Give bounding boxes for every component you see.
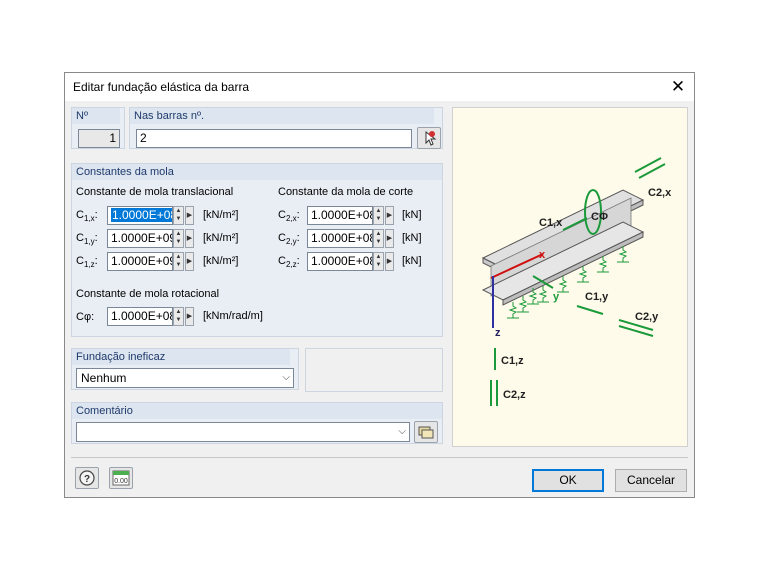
ineffective-foundation-select[interactable]: Nenhum ⌵: [76, 368, 294, 388]
c2y-symbol: C2,y:: [278, 232, 300, 247]
ineffective-foundation-header: Fundação ineficaz: [72, 349, 290, 365]
footer-separator: [71, 457, 688, 458]
members-label: Nas barras nº.: [130, 108, 434, 124]
empty-panel: [305, 348, 443, 392]
translational-title: Constante de mola translacional: [76, 186, 234, 198]
comment-header: Comentário: [72, 403, 442, 419]
c1x-preview-label: C1,x: [539, 217, 563, 229]
c2x-spinner[interactable]: ▲ ▼: [373, 206, 384, 225]
cphi-unit: [kNm/rad/m]: [203, 310, 263, 322]
c1y-preview-label: C1,y: [585, 291, 609, 303]
rotational-title: Constante de mola rotacional: [76, 288, 220, 300]
c2y-spinner[interactable]: ▲ ▼: [373, 229, 384, 248]
ineffective-foundation-value: Nenhum: [81, 371, 127, 385]
c2z-preview-label: C2,z: [503, 389, 526, 401]
c1x-symbol: C1,x:: [76, 209, 98, 224]
cphi-symbol: Cφ:: [76, 311, 95, 323]
c2x-arrow-button[interactable]: ▶: [385, 206, 394, 225]
c1y-symbol: C1,y:: [76, 232, 98, 247]
c2z-symbol: C2,z:: [278, 255, 300, 270]
comment-library-icon[interactable]: [414, 421, 438, 443]
chevron-down-icon: ⌵: [398, 426, 406, 437]
c1z-unit: [kN/m²]: [203, 255, 239, 267]
c2y-unit: [kN]: [402, 232, 422, 244]
close-icon[interactable]: ✕: [662, 73, 694, 101]
c1z-preview-label: C1,z: [501, 355, 524, 367]
x-axis-label: x: [539, 249, 546, 261]
help-icon[interactable]: ?: [75, 467, 99, 489]
members-section: Nas barras nº. 2: [129, 107, 443, 149]
preview-illustration: x z y C2,x C1,x CΦ C1,y C2,y C1,z C2,z: [452, 107, 688, 447]
shear-title: Constante da mola de corte: [278, 186, 414, 198]
cphi-preview-label: CΦ: [591, 211, 608, 223]
comment-section: Comentário ⌵: [71, 402, 443, 444]
units-decimals-icon[interactable]: 0.00: [109, 467, 133, 489]
c1y-spinner[interactable]: ▲ ▼: [173, 229, 184, 248]
c2z-unit: [kN]: [402, 255, 422, 267]
c2z-spinner[interactable]: ▲ ▼: [373, 252, 384, 271]
number-section: Nº 1: [71, 107, 125, 149]
pick-members-icon[interactable]: [417, 127, 441, 149]
c1z-symbol: C1,z:: [76, 255, 98, 270]
cancel-button[interactable]: Cancelar: [615, 469, 687, 492]
cphi-arrow-button[interactable]: ▶: [185, 307, 194, 326]
c1x-arrow-button[interactable]: ▶: [185, 206, 194, 225]
spring-constants-header: Constantes da mola: [72, 164, 442, 180]
c1y-arrow-button[interactable]: ▶: [185, 229, 194, 248]
c2x-symbol: C2,x:: [278, 209, 300, 224]
cphi-input[interactable]: 1.0000E+08: [107, 307, 173, 326]
c1x-unit: [kN/m²]: [203, 209, 239, 221]
number-label: Nº: [72, 108, 120, 124]
c1y-input[interactable]: 1.0000E+09: [107, 229, 173, 248]
number-field: 1: [78, 129, 120, 148]
c2y-input[interactable]: 1.0000E+08: [307, 229, 373, 248]
cphi-spinner[interactable]: ▲ ▼: [173, 307, 184, 326]
dialog-title: Editar fundação elástica da barra: [73, 80, 250, 94]
c1y-unit: [kN/m²]: [203, 232, 239, 244]
chevron-down-icon: ⌵: [282, 372, 290, 383]
svg-text:0.00: 0.00: [114, 478, 128, 485]
c2z-input[interactable]: 1.0000E+08: [307, 252, 373, 271]
c2z-arrow-button[interactable]: ▶: [385, 252, 394, 271]
c2x-input[interactable]: 1.0000E+08: [307, 206, 373, 225]
svg-text:?: ?: [84, 474, 90, 485]
y-axis-label: y: [553, 291, 560, 303]
c1x-input[interactable]: 1.0000E+08: [107, 206, 173, 225]
c2y-preview-label: C2,y: [635, 311, 659, 323]
c1z-arrow-button[interactable]: ▶: [185, 252, 194, 271]
title-bar: Editar fundação elástica da barra ✕: [65, 73, 694, 101]
edit-elastic-foundation-dialog: Editar fundação elástica da barra ✕ Nº 1…: [64, 72, 695, 498]
c2x-preview-label: C2,x: [648, 187, 672, 199]
ok-button[interactable]: OK: [532, 469, 604, 492]
ineffective-foundation-section: Fundação ineficaz Nenhum ⌵: [71, 348, 299, 390]
c2y-arrow-button[interactable]: ▶: [385, 229, 394, 248]
c2x-unit: [kN]: [402, 209, 422, 221]
c1x-spinner[interactable]: ▲ ▼: [173, 206, 184, 225]
members-input[interactable]: 2: [136, 129, 412, 148]
c1z-spinner[interactable]: ▲ ▼: [173, 252, 184, 271]
z-axis-label: z: [495, 327, 501, 339]
spring-constants-section: Constantes da mola Constante de mola tra…: [71, 163, 443, 337]
comment-input[interactable]: ⌵: [76, 422, 410, 442]
c1z-input[interactable]: 1.0000E+09: [107, 252, 173, 271]
